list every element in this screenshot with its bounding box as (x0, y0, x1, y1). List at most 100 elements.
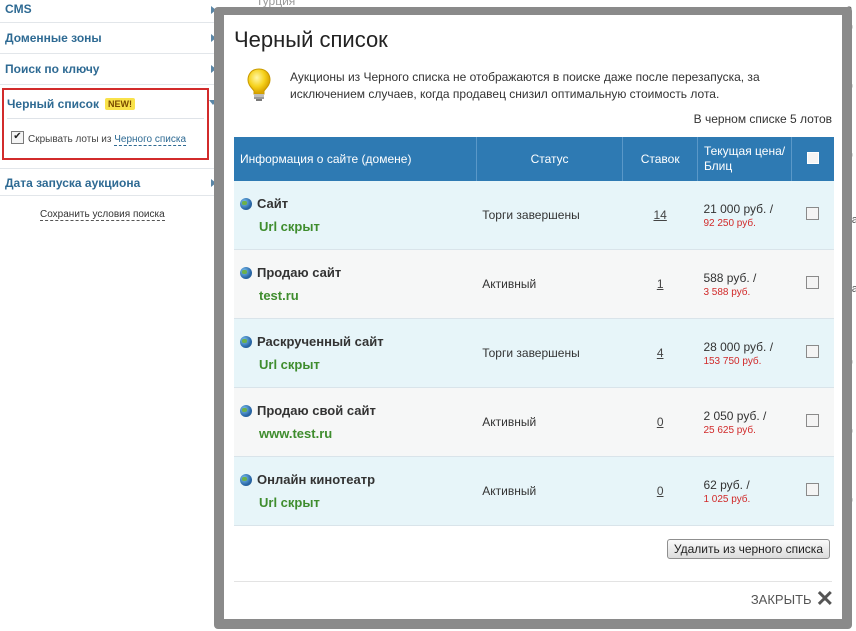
site-info-cell: Раскрученный сайт Url скрыт (234, 318, 477, 388)
site-info-cell: Продаю свой сайт www.test.ru (234, 387, 477, 457)
sidebar-item-label: CMS (5, 2, 32, 16)
close-icon: ✕ (815, 586, 834, 611)
lightbulb-icon (247, 68, 271, 101)
site-info-cell: Онлайн кинотеатр Url скрыт (234, 456, 477, 526)
column-header-price: Текущая цена/Блиц (697, 137, 793, 181)
site-url: Url скрыт (259, 219, 320, 234)
new-badge: NEW! (104, 98, 135, 110)
row-checkbox[interactable] (806, 276, 820, 289)
current-price: 28 000 руб. / (703, 339, 774, 354)
bids-link[interactable]: 0 (657, 484, 664, 498)
checkbox-label-text: Скрывать лоты из (28, 134, 112, 145)
select-all-checkbox[interactable] (807, 151, 820, 164)
site-info-cell: Сайт Url скрыт (234, 181, 477, 250)
bids-cell: 0 (622, 387, 698, 457)
bids-cell: 1 (622, 249, 698, 319)
globe-icon (240, 473, 252, 486)
blitz-price: 3 588 руб. (703, 286, 751, 298)
globe-icon (240, 197, 252, 210)
close-label: ЗАКРЫТЬ (750, 591, 812, 607)
globe-icon (240, 404, 252, 417)
row-checkbox[interactable] (806, 414, 820, 427)
status-cell: Торги завершены (476, 318, 623, 388)
info-text: Аукционы из Черного списка не отображают… (290, 70, 760, 101)
blacklist-modal: Черный список Аукционы из Черного списка… (224, 15, 842, 619)
site-url[interactable]: www.test.ru (259, 426, 470, 441)
status-cell: Торги завершены (476, 181, 623, 250)
column-header-status: Статус (476, 137, 624, 181)
column-header-bids: Ставок (622, 137, 698, 181)
site-title-link[interactable]: Онлайн кинотеатр (257, 472, 375, 487)
select-cell (791, 181, 834, 250)
blitz-price: 1 025 руб. (703, 493, 751, 505)
row-checkbox[interactable] (806, 483, 820, 496)
table-row: Раскрученный сайт Url скрыт Торги заверш… (234, 318, 834, 388)
sidebar-item-launch-date[interactable]: Дата запуска аукциона (0, 168, 222, 196)
sidebar-item-label: Дата запуска аукциона (5, 176, 141, 190)
sidebar-blacklist-section: Черный список NEW! ✔ Скрывать лоты из Чер… (2, 88, 217, 160)
select-cell (791, 249, 834, 319)
price-cell: 62 руб. / 1 025 руб. (697, 456, 792, 526)
sidebar-item-label: Поиск по ключу (5, 62, 100, 76)
divider (234, 581, 832, 582)
close-button[interactable]: ЗАКРЫТЬ ✕ (750, 586, 834, 611)
price-cell: 21 000 руб. / 92 250 руб. (697, 181, 792, 250)
blitz-price: 92 250 руб. (703, 217, 756, 229)
site-info-cell: Продаю сайт test.ru (234, 249, 477, 319)
bids-link[interactable]: 1 (657, 277, 664, 291)
sidebar-item-domain-zones[interactable]: Доменные зоны (0, 23, 222, 54)
blacklist-table: Информация о сайте (домене) Статус Ставо… (234, 137, 834, 526)
row-checkbox[interactable] (806, 345, 820, 358)
site-url[interactable]: test.ru (259, 288, 470, 303)
sidebar-item-cms[interactable]: CMS (0, 0, 222, 23)
blacklist-count: В черном списке 5 лотов (693, 112, 832, 126)
hide-blacklist-label: Скрывать лоты из Черного списка (28, 134, 187, 146)
sidebar-item-keyword-search[interactable]: Поиск по ключу (0, 54, 222, 85)
table-row: Продаю сайт test.ru Активный 1 588 руб. … (234, 249, 834, 319)
site-title-link[interactable]: Продаю сайт (257, 265, 341, 280)
row-checkbox[interactable] (806, 207, 820, 220)
modal-title: Черный список (234, 27, 388, 52)
current-price: 588 руб. / (703, 270, 757, 285)
bids-link[interactable]: 4 (657, 346, 664, 360)
price-cell: 588 руб. / 3 588 руб. (697, 249, 792, 319)
table-row: Онлайн кинотеатр Url скрыт Активный 0 62… (234, 456, 834, 526)
site-title-link[interactable]: Продаю свой сайт (257, 403, 376, 418)
table-row: Продаю свой сайт www.test.ru Активный 0 … (234, 387, 834, 457)
blitz-price: 25 625 руб. (703, 424, 756, 436)
remove-from-blacklist-button[interactable]: Удалить из черного списка (666, 539, 830, 559)
site-url: Url скрыт (259, 357, 320, 372)
status-cell: Активный (476, 456, 623, 526)
bids-cell: 4 (622, 318, 698, 388)
globe-icon (240, 266, 252, 279)
sidebar-item-label: Черный список (7, 97, 99, 111)
table-header-row: Информация о сайте (домене) Статус Ставо… (234, 137, 834, 181)
divider (7, 118, 204, 119)
bids-cell: 0 (622, 456, 698, 526)
select-cell (791, 318, 834, 388)
sidebar-item-label: Доменные зоны (5, 31, 102, 45)
current-price: 62 руб. / (703, 477, 750, 492)
blacklist-link[interactable]: Черного списка (114, 134, 187, 146)
globe-icon (240, 335, 252, 348)
price-cell: 28 000 руб. / 153 750 руб. (697, 318, 792, 388)
column-header-info: Информация о сайте (домене) (234, 137, 477, 181)
select-cell (791, 387, 834, 457)
current-price: 21 000 руб. / (703, 201, 774, 216)
bids-link[interactable]: 14 (653, 208, 666, 222)
save-search-link[interactable]: Сохранить условия поиска (40, 209, 165, 221)
select-cell (791, 456, 834, 526)
hide-blacklist-checkbox[interactable]: ✔ (11, 131, 24, 144)
blitz-price: 153 750 руб. (703, 355, 762, 367)
sidebar-item-blacklist[interactable]: Черный список NEW! (7, 97, 135, 111)
sidebar: CMS Доменные зоны Поиск по ключу (0, 0, 222, 85)
site-url: Url скрыт (259, 495, 320, 510)
price-cell: 2 050 руб. / 25 625 руб. (697, 387, 792, 457)
site-title-link[interactable]: Раскрученный сайт (257, 334, 384, 349)
status-cell: Активный (476, 387, 623, 457)
bids-link[interactable]: 0 (657, 415, 664, 429)
current-price: 2 050 руб. / (703, 408, 767, 423)
column-header-select (791, 137, 834, 181)
site-title-link[interactable]: Сайт (257, 196, 288, 211)
status-cell: Активный (476, 249, 623, 319)
